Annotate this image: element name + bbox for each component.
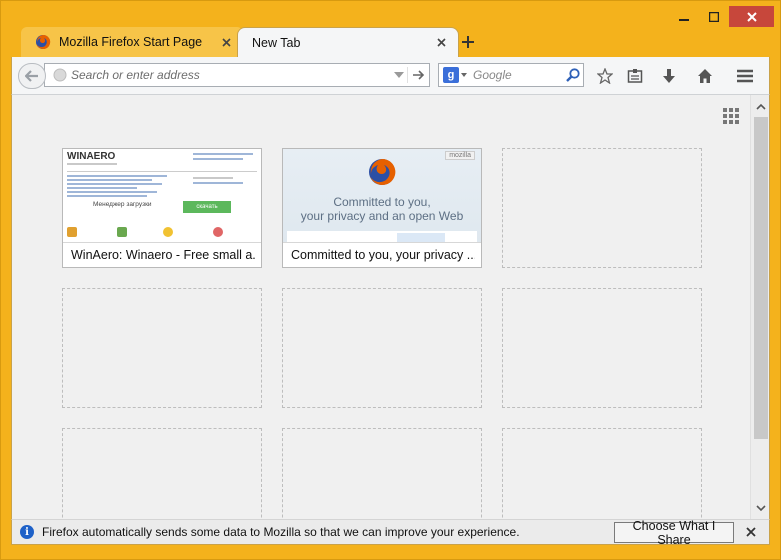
bookmark-button[interactable] — [594, 65, 616, 87]
thumb-footer — [287, 231, 477, 242]
close-icon — [746, 11, 757, 22]
thumb-headline-line2: your privacy and an open Web — [300, 209, 464, 223]
tile-thumbnail: WINAERO Менеджер загрузки скачать — [63, 149, 261, 243]
firefox-logo-icon — [369, 158, 396, 185]
thumb-manager-text: Менеджер загрузки — [93, 201, 152, 208]
thumb-line — [67, 183, 162, 185]
chevron-down-icon — [394, 71, 404, 78]
home-button[interactable] — [694, 65, 716, 87]
thumb-line — [193, 177, 233, 179]
thumb-app-icon — [117, 227, 127, 237]
tab-close-button[interactable] — [219, 35, 233, 49]
open-menu-button[interactable] — [734, 65, 756, 87]
info-icon: i — [20, 525, 34, 539]
maximize-icon — [709, 11, 719, 22]
empty-tile[interactable] — [62, 428, 262, 519]
empty-tile[interactable] — [502, 288, 702, 408]
thumb-line — [193, 153, 253, 155]
grid-icon[interactable] — [722, 107, 740, 125]
go-button[interactable] — [407, 67, 429, 83]
thumb-line — [193, 158, 243, 160]
thumb-app-icon — [213, 227, 223, 237]
empty-tile[interactable] — [502, 428, 702, 519]
globe-icon — [53, 68, 67, 82]
thumb-download-button: скачать — [183, 201, 231, 213]
site-tile-mozilla[interactable]: mozilla Committed to you, your privacy a… — [282, 148, 482, 268]
empty-tile[interactable] — [502, 148, 702, 268]
thumb-line — [67, 191, 157, 193]
minimize-icon — [679, 18, 689, 21]
thumb-headline-line1: Committed to you, — [333, 195, 431, 209]
search-engine-dropdown[interactable] — [459, 67, 469, 83]
notification-message: Firefox automatically sends some data to… — [42, 525, 520, 539]
thumb-line — [67, 175, 167, 177]
tile-title: WinAero: Winaero - Free small a... — [71, 248, 255, 262]
firefox-icon — [36, 34, 51, 49]
vertical-scrollbar[interactable] — [750, 95, 769, 519]
thumb-app-icon — [67, 227, 77, 237]
back-button[interactable] — [18, 63, 46, 89]
thumb-line — [193, 182, 243, 184]
tab-label: New Tab — [252, 35, 301, 50]
empty-tile[interactable] — [282, 288, 482, 408]
plus-icon — [462, 36, 474, 48]
chevron-down-icon — [756, 504, 766, 511]
reading-list-icon — [627, 69, 643, 83]
thumb-rule — [67, 171, 257, 172]
thumb-line — [67, 179, 152, 181]
home-icon — [698, 69, 712, 83]
thumb-line — [67, 195, 147, 197]
search-input[interactable] — [469, 68, 563, 82]
tab-firefox-start-page[interactable]: Mozilla Firefox Start Page — [21, 27, 243, 57]
chevron-down-icon — [461, 73, 467, 77]
tile-thumbnail: mozilla Committed to you, your privacy a… — [283, 149, 481, 243]
google-icon[interactable]: g — [443, 67, 459, 83]
scrollbar-thumb[interactable] — [754, 117, 768, 439]
winaero-logo: WINAERO — [67, 151, 116, 162]
thumb-button — [397, 233, 445, 242]
tab-new-tab[interactable]: New Tab — [237, 27, 459, 57]
data-reporting-notification: i Firefox automatically sends some data … — [11, 519, 770, 547]
choose-what-i-share-button[interactable]: Choose What I Share — [614, 519, 734, 547]
close-icon — [221, 37, 231, 47]
arrow-right-icon — [412, 70, 424, 80]
tab-close-button[interactable] — [434, 36, 448, 50]
tile-title: Committed to you, your privacy ... — [291, 248, 475, 262]
thumb-line — [67, 163, 117, 165]
empty-tile[interactable] — [282, 428, 482, 519]
arrow-left-icon — [25, 70, 38, 82]
scroll-down-button[interactable] — [755, 503, 767, 513]
notification-close-button[interactable] — [745, 526, 757, 538]
bookmark-star-icon — [597, 68, 613, 84]
mozilla-badge: mozilla — [445, 151, 475, 160]
empty-tile[interactable] — [62, 288, 262, 408]
close-icon — [436, 38, 446, 47]
site-tile-winaero[interactable]: WINAERO Менеджер загрузки скачать WinAer… — [62, 148, 262, 268]
chevron-up-icon — [756, 103, 766, 110]
tab-strip: Mozilla Firefox Start Page New Tab — [11, 23, 771, 57]
scroll-up-button[interactable] — [755, 101, 767, 111]
download-icon — [663, 69, 675, 83]
url-input[interactable] — [67, 68, 391, 82]
url-history-dropdown[interactable] — [391, 67, 407, 83]
new-tab-button[interactable] — [457, 31, 479, 53]
browser-window: Mozilla Firefox Start Page New Tab Searc… — [0, 0, 781, 560]
reading-list-button[interactable] — [624, 65, 646, 87]
tab-label: Mozilla Firefox Start Page — [59, 35, 203, 49]
close-icon — [746, 527, 756, 537]
search-button[interactable] — [563, 66, 583, 84]
downloads-button[interactable] — [658, 65, 680, 87]
url-bar[interactable] — [44, 63, 430, 87]
menu-icon — [737, 69, 753, 83]
navigation-toolbar: g — [11, 57, 770, 95]
search-icon — [566, 68, 580, 82]
search-bar[interactable]: g — [438, 63, 584, 87]
new-tab-page: WINAERO Менеджер загрузки скачать WinAer… — [11, 95, 770, 519]
thumb-app-icon — [163, 227, 173, 237]
thumb-line — [67, 187, 137, 189]
